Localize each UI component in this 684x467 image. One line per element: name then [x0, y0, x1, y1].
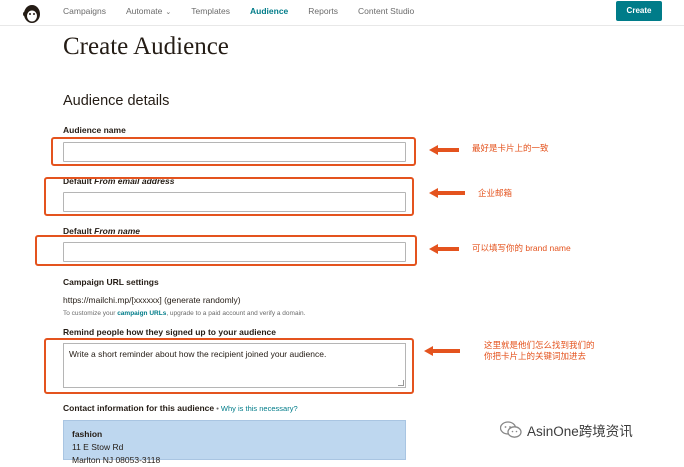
annotation-box-from-email	[44, 177, 414, 216]
contact-info-box[interactable]: fashion 11 E Stow Rd Marlton NJ 08053-31…	[63, 420, 406, 465]
contact-address-line2: Marlton NJ 08053-3118	[72, 455, 161, 465]
nav-audience[interactable]: Audience	[250, 6, 288, 16]
nav-reports[interactable]: Reports	[308, 6, 338, 16]
contact-company: fashion	[72, 429, 103, 439]
arrow-left-icon	[424, 346, 460, 356]
nav-automate[interactable]: Automate ⌄	[126, 6, 171, 16]
create-button[interactable]: Create	[616, 1, 662, 21]
wechat-icon	[500, 421, 522, 438]
annotation-box-remind	[44, 338, 414, 394]
watermark: AsinOne跨境资讯	[500, 420, 633, 440]
nav-templates[interactable]: Templates	[191, 6, 230, 16]
campaign-url-value: https://mailchi.mp/[xxxxxx] (generate ra…	[63, 295, 241, 305]
annotation-note-4: 这里就是他们怎么找到我们的 你把卡片上的关键词加进去	[484, 340, 595, 362]
section-title: Audience details	[63, 93, 170, 109]
contact-separator: •	[214, 404, 221, 413]
audience-name-label: Audience name	[63, 125, 126, 135]
arrow-left-icon	[429, 244, 459, 254]
chevron-down-icon: ⌄	[165, 9, 172, 16]
contact-label-text: Contact information for this audience	[63, 403, 215, 413]
campaign-url-help: To customize your campaign URLs, upgrade…	[63, 310, 305, 317]
annotation-box-audience-name	[51, 137, 416, 166]
top-navigation-bar: Campaigns Automate ⌄ Templates Audience R…	[0, 0, 684, 26]
annotation-note-1: 最好是卡片上的一致	[472, 143, 549, 153]
remind-label: Remind people how they signed up to your…	[63, 327, 276, 337]
campaign-urls-link[interactable]: campaign URLs	[117, 310, 166, 317]
why-necessary-link[interactable]: Why is this necessary?	[221, 404, 298, 413]
nav-content-studio[interactable]: Content Studio	[358, 6, 414, 16]
contact-address-line1: 11 E Stow Rd	[72, 442, 124, 452]
annotation-note-4-line1: 这里就是他们怎么找到我们的	[484, 340, 595, 350]
arrow-left-icon	[429, 145, 459, 155]
watermark-text: AsinOne跨境资讯	[527, 424, 633, 439]
page-title: Create Audience	[63, 33, 229, 60]
annotation-box-from-name	[35, 235, 417, 266]
nav-automate-label: Automate	[126, 6, 163, 16]
contact-info-label: Contact information for this audience • …	[63, 403, 298, 413]
url-help-suffix: , upgrade to a paid account and verify a…	[166, 310, 306, 317]
main-nav: Campaigns Automate ⌄ Templates Audience R…	[63, 6, 434, 16]
annotation-note-3: 可以填写你的 brand name	[472, 243, 571, 253]
url-help-prefix: To customize your	[63, 310, 118, 317]
mailchimp-logo-icon[interactable]	[20, 2, 44, 26]
annotation-note-4-line2: 你把卡片上的关键词加进去	[484, 351, 587, 361]
arrow-left-icon	[429, 188, 465, 198]
annotation-note-2: 企业邮箱	[478, 188, 513, 198]
nav-campaigns[interactable]: Campaigns	[63, 6, 106, 16]
campaign-url-label: Campaign URL settings	[63, 277, 159, 287]
